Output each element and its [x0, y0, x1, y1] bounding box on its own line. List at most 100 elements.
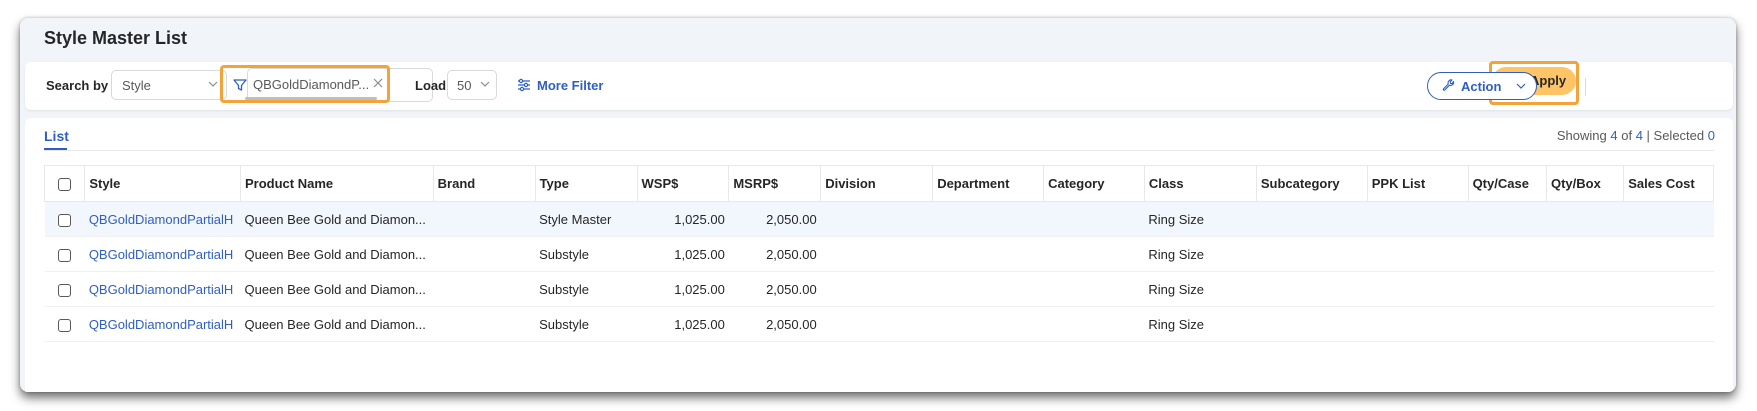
search-field-value: Style	[122, 78, 151, 93]
action-label: Action	[1461, 79, 1502, 94]
sales-cost-cell	[1623, 271, 1714, 307]
class-cell: Ring Size	[1144, 236, 1257, 272]
product-name-cell: Queen Bee Gold and Diamon...	[240, 236, 434, 272]
subcategory-cell	[1256, 201, 1368, 237]
column-header[interactable]: PPK List	[1366, 165, 1469, 202]
chevron-down-icon	[480, 81, 490, 87]
row-select-cell	[44, 306, 85, 342]
type-cell: Substyle	[535, 306, 637, 342]
msrp-cell: 2,050.00	[728, 306, 821, 342]
load-value: 50	[457, 78, 472, 93]
divider	[1585, 78, 1586, 96]
wsp-cell: 1,025.00	[637, 306, 729, 342]
showing-count: 4	[1610, 128, 1618, 143]
search-field-select[interactable]: Style	[111, 70, 227, 100]
column-header[interactable]: MSRP$	[728, 165, 822, 202]
department-cell	[932, 306, 1044, 342]
sales-cost-cell	[1623, 306, 1714, 342]
action-button[interactable]: Action	[1427, 72, 1537, 100]
row-select-cell	[44, 201, 85, 237]
column-header[interactable]: Department	[932, 165, 1045, 202]
table-row[interactable]: QBGoldDiamondPartialH Queen Bee Gold and…	[44, 306, 1714, 342]
ppk-cell	[1367, 201, 1469, 237]
department-cell	[932, 201, 1044, 237]
selected-label: | Selected	[1646, 128, 1705, 143]
ppk-cell	[1367, 306, 1469, 342]
column-header[interactable]: Class	[1143, 165, 1257, 202]
column-header[interactable]: Brand	[432, 165, 536, 202]
filter-tag-label: QBGoldDiamondP...	[253, 77, 370, 92]
column-header[interactable]: Style	[84, 165, 241, 202]
table-row[interactable]: QBGoldDiamondPartialH Queen Bee Gold and…	[44, 271, 1714, 307]
class-cell: Ring Size	[1144, 201, 1257, 237]
brand-cell	[433, 201, 536, 237]
subcategory-cell	[1256, 271, 1368, 307]
brand-cell	[433, 271, 536, 307]
category-cell	[1043, 201, 1145, 237]
filter-tag[interactable]: QBGoldDiamondP...	[233, 74, 403, 100]
showing-of: of	[1621, 128, 1633, 143]
column-header[interactable]: Qty/Case	[1467, 165, 1547, 202]
tab-list[interactable]: List	[44, 128, 69, 144]
page-title: Style Master List	[44, 28, 188, 48]
style-link[interactable]: QBGoldDiamondPartialH	[84, 306, 241, 342]
subcategory-cell	[1256, 236, 1368, 272]
column-header[interactable]: Qty/Box	[1545, 165, 1625, 202]
more-filter-link[interactable]: More Filter	[537, 78, 603, 93]
sales-cost-cell	[1623, 236, 1714, 272]
qty-case-cell	[1468, 306, 1547, 342]
style-table: Style Product Name Brand Type WSP$ MSRP$…	[43, 165, 1714, 342]
chevron-down-icon	[208, 81, 218, 87]
table-row[interactable]: QBGoldDiamondPartialH Queen Bee Gold and…	[44, 201, 1714, 237]
msrp-cell: 2,050.00	[728, 271, 821, 307]
showing-prefix: Showing	[1556, 128, 1607, 143]
subcategory-cell	[1256, 306, 1368, 342]
load-select[interactable]: 50	[447, 70, 497, 100]
brand-cell	[433, 236, 536, 272]
department-cell	[932, 271, 1044, 307]
column-header[interactable]: Category	[1043, 165, 1145, 202]
style-link[interactable]: QBGoldDiamondPartialH	[84, 236, 241, 272]
load-label: Load	[415, 78, 447, 93]
column-header[interactable]: WSP$	[636, 165, 730, 202]
list-panel: List Showing 4 of 4 | Selected 0 Style P…	[25, 118, 1733, 392]
sliders-icon[interactable]	[517, 78, 531, 92]
column-header[interactable]: Division	[820, 165, 934, 202]
chevron-down-icon	[1516, 83, 1526, 89]
filter-tag-underline	[245, 97, 377, 100]
row-select-cell	[44, 236, 85, 272]
select-all-checkbox[interactable]	[58, 178, 72, 192]
division-cell	[820, 306, 933, 342]
table-row[interactable]: QBGoldDiamondPartialH Queen Bee Gold and…	[44, 236, 1714, 272]
division-cell	[820, 236, 933, 272]
showing-total: 4	[1635, 128, 1643, 143]
type-cell: Style Master	[535, 201, 637, 237]
class-cell: Ring Size	[1144, 271, 1257, 307]
row-checkbox[interactable]	[58, 248, 72, 262]
qty-case-cell	[1468, 271, 1547, 307]
ppk-cell	[1367, 271, 1469, 307]
msrp-cell: 2,050.00	[728, 236, 821, 272]
row-checkbox[interactable]	[58, 318, 72, 332]
sales-cost-cell	[1623, 201, 1714, 237]
column-header[interactable]: Type	[534, 165, 638, 202]
product-name-cell: Queen Bee Gold and Diamon...	[240, 271, 434, 307]
column-header[interactable]: Sales Cost	[1623, 165, 1714, 202]
column-header[interactable]: Product Name	[240, 165, 434, 202]
column-header[interactable]: Subcategory	[1255, 165, 1368, 202]
tab-divider	[44, 150, 1714, 151]
division-cell	[820, 271, 933, 307]
style-link[interactable]: QBGoldDiamondPartialH	[84, 271, 241, 307]
qty-box-cell	[1546, 236, 1624, 272]
close-icon[interactable]	[373, 78, 383, 88]
row-checkbox[interactable]	[58, 213, 72, 227]
division-cell	[820, 201, 933, 237]
type-cell: Substyle	[535, 271, 637, 307]
row-checkbox[interactable]	[58, 283, 72, 297]
app-window: Style Master List Search by Style QBGold…	[20, 18, 1736, 392]
category-cell	[1043, 306, 1145, 342]
style-link[interactable]: QBGoldDiamondPartialH	[84, 201, 241, 237]
showing-summary: Showing 4 of 4 | Selected 0	[1557, 128, 1715, 143]
qty-case-cell	[1468, 201, 1547, 237]
wsp-cell: 1,025.00	[637, 201, 729, 237]
